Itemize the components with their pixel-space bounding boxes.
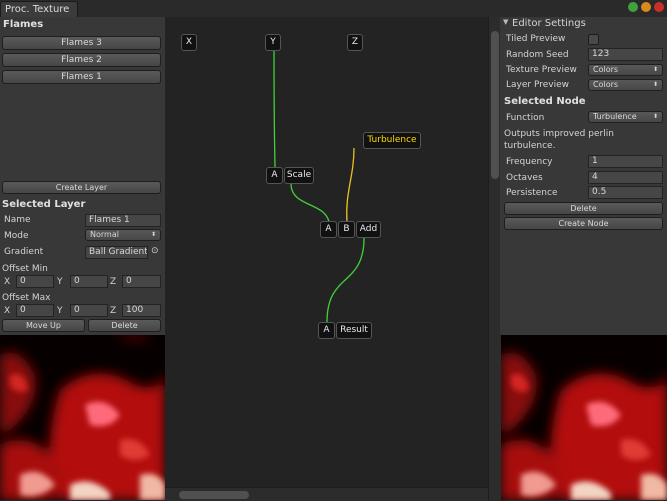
create-node-button[interactable]: Create Node: [504, 217, 663, 230]
dropdown-arrow-icon: ⬍: [652, 66, 658, 73]
maximize-icon[interactable]: [641, 2, 651, 12]
horizontal-scrollbar[interactable]: [165, 487, 488, 501]
offset-max-y-label: Y: [57, 306, 63, 316]
add-node[interactable]: Add: [356, 221, 381, 238]
move-up-button[interactable]: Move Up: [2, 319, 85, 332]
layer-button-flames-3[interactable]: Flames 3: [2, 36, 161, 50]
wire-add-to-result: [326, 237, 365, 323]
texture-preview-value: Colors: [593, 65, 619, 74]
texture-preview-dropdown[interactable]: Colors ⬍: [588, 64, 663, 76]
wire-turbulence-to-add: [346, 147, 355, 223]
scale-port-a[interactable]: A: [266, 167, 283, 184]
offset-min-y-field[interactable]: 0: [70, 275, 108, 288]
function-description: Outputs improved perlin turbulence.: [504, 129, 614, 151]
texture-preview-label: Texture Preview: [506, 65, 577, 75]
gradient-field[interactable]: Ball Gradient: [85, 246, 148, 259]
vertical-scroll-thumb[interactable]: [491, 31, 499, 179]
mode-label: Mode: [4, 231, 29, 241]
foldout-icon[interactable]: ▼: [503, 18, 508, 26]
minimize-icon[interactable]: [628, 2, 638, 12]
input-node-x[interactable]: X: [181, 34, 197, 51]
input-node-z[interactable]: Z: [347, 34, 363, 51]
offset-min-z-field[interactable]: 0: [122, 275, 161, 288]
result-port-a[interactable]: A: [318, 322, 335, 339]
persistence-field[interactable]: 0.5: [588, 186, 663, 199]
window-tab[interactable]: Proc. Texture: [0, 1, 78, 17]
offset-max-x-field[interactable]: 0: [16, 304, 54, 317]
texture-preview-image: [501, 335, 667, 500]
offset-min-x-field[interactable]: 0: [16, 275, 54, 288]
function-value: Turbulence: [593, 112, 637, 121]
result-node[interactable]: Result: [336, 322, 372, 339]
offset-min-label: Offset Min: [2, 264, 48, 274]
add-port-a[interactable]: A: [320, 221, 337, 238]
octaves-field[interactable]: 4: [588, 171, 663, 184]
dropdown-arrow-icon: ⬍: [652, 81, 658, 88]
wire-y-to-scale: [273, 50, 276, 168]
dropdown-arrow-icon: ⬍: [652, 113, 658, 120]
delete-node-button[interactable]: Delete: [504, 202, 663, 215]
object-picker-icon[interactable]: ⊙: [151, 246, 159, 256]
wire-scale-to-add: [290, 183, 330, 223]
scale-node[interactable]: Scale: [284, 167, 314, 184]
add-port-b[interactable]: B: [338, 221, 355, 238]
panel-title: Flames: [3, 19, 44, 30]
tiled-preview-checkbox[interactable]: [588, 34, 599, 45]
gradient-label: Gradient: [4, 247, 44, 257]
offset-max-y-field[interactable]: 0: [70, 304, 108, 317]
layer-button-flames-2[interactable]: Flames 2: [2, 53, 161, 67]
create-layer-button[interactable]: Create Layer: [2, 181, 161, 194]
offset-max-z-label: Z: [110, 306, 117, 316]
offset-min-x-label: X: [4, 277, 11, 287]
persistence-label: Persistence: [506, 188, 558, 198]
editor-settings-header[interactable]: Editor Settings: [512, 18, 586, 29]
selected-layer-header: Selected Layer: [2, 199, 86, 210]
offset-min-y-label: Y: [57, 277, 63, 287]
title-bar: Proc. Texture: [0, 0, 667, 18]
name-label: Name: [4, 215, 31, 225]
delete-layer-button[interactable]: Delete: [88, 319, 161, 332]
layers-panel: Flames Flames 3 Flames 2 Flames 1 Create…: [0, 17, 165, 335]
random-seed-field[interactable]: 123: [588, 48, 663, 61]
mode-value: Normal: [90, 230, 119, 239]
layer-preview-value: Colors: [593, 80, 619, 89]
close-icon[interactable]: [654, 2, 664, 12]
dropdown-arrow-icon: ⬍: [150, 231, 156, 238]
tiled-preview-label: Tiled Preview: [506, 34, 566, 44]
node-graph-canvas[interactable]: X Y Z Turbulence A Scale A B Add A Resul…: [165, 17, 488, 487]
turbulence-node[interactable]: Turbulence: [363, 132, 421, 149]
input-node-y[interactable]: Y: [265, 34, 281, 51]
mode-dropdown[interactable]: Normal ⬍: [85, 229, 161, 241]
horizontal-scroll-thumb[interactable]: [179, 491, 249, 499]
function-dropdown[interactable]: Turbulence ⬍: [588, 111, 663, 123]
editor-settings-panel: ▼ Editor Settings Tiled Preview Random S…: [500, 17, 667, 335]
offset-max-label: Offset Max: [2, 293, 51, 303]
offset-max-x-label: X: [4, 306, 11, 316]
selected-node-header: Selected Node: [504, 96, 586, 107]
layer-preview-label: Layer Preview: [506, 80, 569, 90]
frequency-field[interactable]: 1: [588, 155, 663, 168]
layer-button-flames-1[interactable]: Flames 1: [2, 70, 161, 84]
frequency-label: Frequency: [506, 157, 553, 167]
layer-preview-image: [0, 335, 165, 500]
layer-preview-dropdown[interactable]: Colors ⬍: [588, 79, 663, 91]
layer-name-field[interactable]: Flames 1: [85, 214, 161, 227]
octaves-label: Octaves: [506, 173, 543, 183]
random-seed-label: Random Seed: [506, 50, 569, 60]
offset-max-z-field[interactable]: 100: [122, 304, 161, 317]
offset-min-z-label: Z: [110, 277, 117, 287]
graph-wires: [273, 50, 365, 323]
function-label: Function: [506, 113, 545, 123]
